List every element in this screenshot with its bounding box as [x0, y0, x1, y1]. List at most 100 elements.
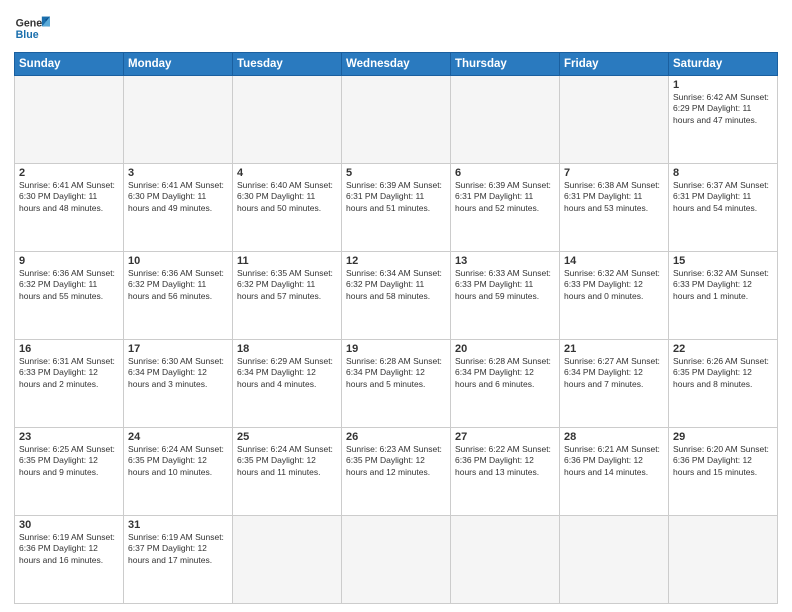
calendar-day-cell: 21Sunrise: 6:27 AM Sunset: 6:34 PM Dayli… [560, 340, 669, 428]
day-info: Sunrise: 6:39 AM Sunset: 6:31 PM Dayligh… [455, 180, 555, 214]
calendar-day-cell: 22Sunrise: 6:26 AM Sunset: 6:35 PM Dayli… [669, 340, 778, 428]
weekday-header-tuesday: Tuesday [233, 53, 342, 76]
day-number: 15 [673, 255, 773, 267]
calendar-week-row: 1Sunrise: 6:42 AM Sunset: 6:29 PM Daylig… [15, 76, 778, 164]
calendar-day-cell: 12Sunrise: 6:34 AM Sunset: 6:32 PM Dayli… [342, 252, 451, 340]
day-info: Sunrise: 6:38 AM Sunset: 6:31 PM Dayligh… [564, 180, 664, 214]
day-info: Sunrise: 6:25 AM Sunset: 6:35 PM Dayligh… [19, 444, 119, 478]
generalblue-logo-icon: General Blue [14, 10, 50, 46]
calendar-week-row: 30Sunrise: 6:19 AM Sunset: 6:36 PM Dayli… [15, 516, 778, 604]
calendar-day-cell [124, 76, 233, 164]
calendar-day-cell: 20Sunrise: 6:28 AM Sunset: 6:34 PM Dayli… [451, 340, 560, 428]
day-number: 21 [564, 343, 664, 355]
day-number: 23 [19, 431, 119, 443]
logo: General Blue [14, 10, 50, 46]
day-info: Sunrise: 6:22 AM Sunset: 6:36 PM Dayligh… [455, 444, 555, 478]
day-info: Sunrise: 6:24 AM Sunset: 6:35 PM Dayligh… [237, 444, 337, 478]
day-info: Sunrise: 6:32 AM Sunset: 6:33 PM Dayligh… [673, 268, 773, 302]
header: General Blue [14, 10, 778, 46]
calendar-day-cell [233, 76, 342, 164]
day-info: Sunrise: 6:34 AM Sunset: 6:32 PM Dayligh… [346, 268, 446, 302]
calendar-day-cell: 25Sunrise: 6:24 AM Sunset: 6:35 PM Dayli… [233, 428, 342, 516]
calendar-day-cell: 23Sunrise: 6:25 AM Sunset: 6:35 PM Dayli… [15, 428, 124, 516]
day-number: 24 [128, 431, 228, 443]
day-info: Sunrise: 6:42 AM Sunset: 6:29 PM Dayligh… [673, 92, 773, 126]
day-number: 22 [673, 343, 773, 355]
day-number: 6 [455, 167, 555, 179]
day-info: Sunrise: 6:19 AM Sunset: 6:36 PM Dayligh… [19, 532, 119, 566]
day-info: Sunrise: 6:39 AM Sunset: 6:31 PM Dayligh… [346, 180, 446, 214]
calendar-day-cell: 26Sunrise: 6:23 AM Sunset: 6:35 PM Dayli… [342, 428, 451, 516]
day-number: 26 [346, 431, 446, 443]
day-info: Sunrise: 6:24 AM Sunset: 6:35 PM Dayligh… [128, 444, 228, 478]
day-number: 7 [564, 167, 664, 179]
calendar-week-row: 23Sunrise: 6:25 AM Sunset: 6:35 PM Dayli… [15, 428, 778, 516]
day-number: 5 [346, 167, 446, 179]
day-number: 1 [673, 79, 773, 91]
calendar-week-row: 16Sunrise: 6:31 AM Sunset: 6:33 PM Dayli… [15, 340, 778, 428]
calendar-day-cell: 19Sunrise: 6:28 AM Sunset: 6:34 PM Dayli… [342, 340, 451, 428]
day-info: Sunrise: 6:31 AM Sunset: 6:33 PM Dayligh… [19, 356, 119, 390]
day-number: 27 [455, 431, 555, 443]
calendar-day-cell: 10Sunrise: 6:36 AM Sunset: 6:32 PM Dayli… [124, 252, 233, 340]
day-info: Sunrise: 6:26 AM Sunset: 6:35 PM Dayligh… [673, 356, 773, 390]
calendar-day-cell: 17Sunrise: 6:30 AM Sunset: 6:34 PM Dayli… [124, 340, 233, 428]
day-number: 12 [346, 255, 446, 267]
calendar-day-cell: 16Sunrise: 6:31 AM Sunset: 6:33 PM Dayli… [15, 340, 124, 428]
day-number: 29 [673, 431, 773, 443]
day-number: 3 [128, 167, 228, 179]
day-info: Sunrise: 6:23 AM Sunset: 6:35 PM Dayligh… [346, 444, 446, 478]
day-number: 18 [237, 343, 337, 355]
page: General Blue SundayMondayTuesdayWednesda… [0, 0, 792, 612]
calendar-day-cell [669, 516, 778, 604]
day-info: Sunrise: 6:41 AM Sunset: 6:30 PM Dayligh… [19, 180, 119, 214]
weekday-header-sunday: Sunday [15, 53, 124, 76]
calendar-day-cell: 28Sunrise: 6:21 AM Sunset: 6:36 PM Dayli… [560, 428, 669, 516]
calendar-day-cell: 8Sunrise: 6:37 AM Sunset: 6:31 PM Daylig… [669, 164, 778, 252]
calendar-day-cell: 27Sunrise: 6:22 AM Sunset: 6:36 PM Dayli… [451, 428, 560, 516]
day-info: Sunrise: 6:36 AM Sunset: 6:32 PM Dayligh… [128, 268, 228, 302]
day-info: Sunrise: 6:36 AM Sunset: 6:32 PM Dayligh… [19, 268, 119, 302]
day-number: 10 [128, 255, 228, 267]
calendar-day-cell: 1Sunrise: 6:42 AM Sunset: 6:29 PM Daylig… [669, 76, 778, 164]
calendar-day-cell [451, 76, 560, 164]
calendar-day-cell: 30Sunrise: 6:19 AM Sunset: 6:36 PM Dayli… [15, 516, 124, 604]
day-number: 4 [237, 167, 337, 179]
svg-text:Blue: Blue [16, 29, 39, 41]
calendar-day-cell: 18Sunrise: 6:29 AM Sunset: 6:34 PM Dayli… [233, 340, 342, 428]
calendar-day-cell: 29Sunrise: 6:20 AM Sunset: 6:36 PM Dayli… [669, 428, 778, 516]
calendar-day-cell [451, 516, 560, 604]
calendar-day-cell: 9Sunrise: 6:36 AM Sunset: 6:32 PM Daylig… [15, 252, 124, 340]
calendar-day-cell: 6Sunrise: 6:39 AM Sunset: 6:31 PM Daylig… [451, 164, 560, 252]
day-number: 16 [19, 343, 119, 355]
calendar-day-cell [560, 516, 669, 604]
day-number: 17 [128, 343, 228, 355]
day-number: 2 [19, 167, 119, 179]
day-info: Sunrise: 6:41 AM Sunset: 6:30 PM Dayligh… [128, 180, 228, 214]
day-number: 11 [237, 255, 337, 267]
calendar-day-cell [15, 76, 124, 164]
day-info: Sunrise: 6:33 AM Sunset: 6:33 PM Dayligh… [455, 268, 555, 302]
day-number: 20 [455, 343, 555, 355]
day-info: Sunrise: 6:30 AM Sunset: 6:34 PM Dayligh… [128, 356, 228, 390]
calendar-day-cell [233, 516, 342, 604]
day-info: Sunrise: 6:27 AM Sunset: 6:34 PM Dayligh… [564, 356, 664, 390]
calendar-day-cell: 4Sunrise: 6:40 AM Sunset: 6:30 PM Daylig… [233, 164, 342, 252]
calendar-table: SundayMondayTuesdayWednesdayThursdayFrid… [14, 52, 778, 604]
calendar-day-cell [560, 76, 669, 164]
day-number: 31 [128, 519, 228, 531]
calendar-week-row: 9Sunrise: 6:36 AM Sunset: 6:32 PM Daylig… [15, 252, 778, 340]
day-info: Sunrise: 6:32 AM Sunset: 6:33 PM Dayligh… [564, 268, 664, 302]
calendar-day-cell: 2Sunrise: 6:41 AM Sunset: 6:30 PM Daylig… [15, 164, 124, 252]
calendar-day-cell [342, 516, 451, 604]
weekday-header-thursday: Thursday [451, 53, 560, 76]
day-info: Sunrise: 6:35 AM Sunset: 6:32 PM Dayligh… [237, 268, 337, 302]
calendar-day-cell: 3Sunrise: 6:41 AM Sunset: 6:30 PM Daylig… [124, 164, 233, 252]
calendar-day-cell: 11Sunrise: 6:35 AM Sunset: 6:32 PM Dayli… [233, 252, 342, 340]
calendar-day-cell: 31Sunrise: 6:19 AM Sunset: 6:37 PM Dayli… [124, 516, 233, 604]
calendar-week-row: 2Sunrise: 6:41 AM Sunset: 6:30 PM Daylig… [15, 164, 778, 252]
day-number: 30 [19, 519, 119, 531]
day-info: Sunrise: 6:28 AM Sunset: 6:34 PM Dayligh… [346, 356, 446, 390]
day-number: 8 [673, 167, 773, 179]
weekday-header-wednesday: Wednesday [342, 53, 451, 76]
